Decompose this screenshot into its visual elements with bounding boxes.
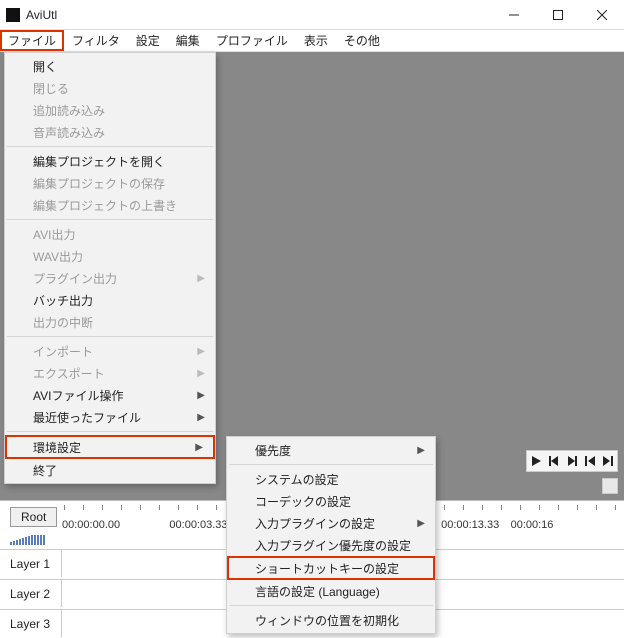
- menu-view[interactable]: 表示: [296, 30, 336, 51]
- close-button[interactable]: [580, 0, 624, 30]
- layer-label[interactable]: Layer 1: [0, 550, 62, 577]
- menu-avi-ops-label: AVIファイル操作: [33, 387, 123, 404]
- submenu-priority-label: 優先度: [255, 442, 291, 459]
- go-end-button[interactable]: [599, 451, 617, 471]
- menu-abort-out: 出力の中断: [5, 311, 215, 333]
- menu-overwrite-project: 編集プロジェクトの上書き: [5, 194, 215, 216]
- menu-close-file: 閉じる: [5, 77, 215, 99]
- submenu-input-plugin-priority[interactable]: 入力プラグイン優先度の設定: [227, 534, 435, 556]
- menu-exit[interactable]: 終了: [5, 459, 215, 481]
- menu-batch-out[interactable]: バッチ出力: [5, 289, 215, 311]
- menu-avi-out: AVI出力: [5, 223, 215, 245]
- menu-divider: [7, 336, 213, 337]
- menu-open[interactable]: 開く: [5, 55, 215, 77]
- submenu-shortcut-settings[interactable]: ショートカットキーの設定: [227, 556, 435, 580]
- scroll-corner[interactable]: [602, 478, 618, 494]
- layer-label[interactable]: Layer 2: [0, 580, 62, 607]
- menubar: ファイル フィルタ 設定 編集 プロファイル 表示 その他: [0, 30, 624, 52]
- go-start-button[interactable]: [581, 451, 599, 471]
- submenu-language-settings[interactable]: 言語の設定 (Language): [227, 580, 435, 602]
- prev-frame-button[interactable]: [545, 451, 563, 471]
- file-dropdown: 開く 閉じる 追加読み込み 音声読み込み 編集プロジェクトを開く 編集プロジェク…: [4, 52, 216, 484]
- time-label: 00:00:16: [511, 519, 618, 531]
- transport-controls: [526, 450, 618, 472]
- chevron-right-icon: ▶: [197, 368, 205, 379]
- menu-divider: [229, 464, 433, 465]
- menu-wav-out: WAV出力: [5, 245, 215, 267]
- menu-recent[interactable]: 最近使ったファイル ▶: [5, 406, 215, 428]
- submenu-priority[interactable]: 優先度 ▶: [227, 439, 435, 461]
- menu-env-settings-label: 環境設定: [33, 439, 81, 456]
- menu-avi-ops[interactable]: AVIファイル操作 ▶: [5, 384, 215, 406]
- menu-audio-load: 音声読み込み: [5, 121, 215, 143]
- chevron-right-icon: ▶: [197, 346, 205, 357]
- submenu-codec-settings[interactable]: コーデックの設定: [227, 490, 435, 512]
- chevron-right-icon: ▶: [197, 273, 205, 284]
- time-label: 00:00:00.00: [62, 519, 169, 531]
- chevron-right-icon: ▶: [197, 412, 205, 423]
- menu-settings[interactable]: 設定: [128, 30, 168, 51]
- chevron-right-icon: ▶: [417, 445, 425, 456]
- menu-export: エクスポート ▶: [5, 362, 215, 384]
- submenu-input-plugin-settings[interactable]: 入力プラグインの設定 ▶: [227, 512, 435, 534]
- zoom-slider[interactable]: [10, 535, 55, 545]
- menu-divider: [7, 146, 213, 147]
- menu-other[interactable]: その他: [336, 30, 388, 51]
- menu-recent-label: 最近使ったファイル: [33, 409, 141, 426]
- chevron-right-icon: ▶: [197, 390, 205, 401]
- menu-open-project[interactable]: 編集プロジェクトを開く: [5, 150, 215, 172]
- menu-filter[interactable]: フィルタ: [64, 30, 128, 51]
- app-title: AviUtl: [26, 8, 492, 22]
- menu-env-settings[interactable]: 環境設定 ▶: [5, 435, 215, 459]
- chevron-right-icon: ▶: [195, 442, 203, 453]
- next-frame-button[interactable]: [563, 451, 581, 471]
- menu-import-label: インポート: [33, 343, 93, 360]
- env-settings-submenu: 優先度 ▶ システムの設定 コーデックの設定 入力プラグインの設定 ▶ 入力プラグイ…: [226, 436, 436, 634]
- menu-plugin-out-label: プラグイン出力: [33, 270, 117, 287]
- menu-divider: [7, 431, 213, 432]
- menu-divider: [7, 219, 213, 220]
- menu-file[interactable]: ファイル: [0, 30, 64, 51]
- play-button[interactable]: [527, 451, 545, 471]
- submenu-window-reset[interactable]: ウィンドウの位置を初期化: [227, 609, 435, 631]
- maximize-button[interactable]: [536, 0, 580, 30]
- menu-edit[interactable]: 編集: [168, 30, 208, 51]
- time-label: 00:00:13.33: [441, 519, 511, 531]
- minimize-button[interactable]: [492, 0, 536, 30]
- menu-divider: [229, 605, 433, 606]
- submenu-system-settings[interactable]: システムの設定: [227, 468, 435, 490]
- menu-profile[interactable]: プロファイル: [208, 30, 296, 51]
- menu-plugin-out: プラグイン出力 ▶: [5, 267, 215, 289]
- titlebar: AviUtl: [0, 0, 624, 30]
- menu-append-load: 追加読み込み: [5, 99, 215, 121]
- menu-save-project: 編集プロジェクトの保存: [5, 172, 215, 194]
- root-button[interactable]: Root: [10, 507, 57, 527]
- submenu-input-plugin-settings-label: 入力プラグインの設定: [255, 515, 375, 532]
- app-icon: [6, 8, 20, 22]
- menu-import: インポート ▶: [5, 340, 215, 362]
- chevron-right-icon: ▶: [417, 518, 425, 529]
- layer-label[interactable]: Layer 3: [0, 610, 62, 637]
- menu-export-label: エクスポート: [33, 365, 105, 382]
